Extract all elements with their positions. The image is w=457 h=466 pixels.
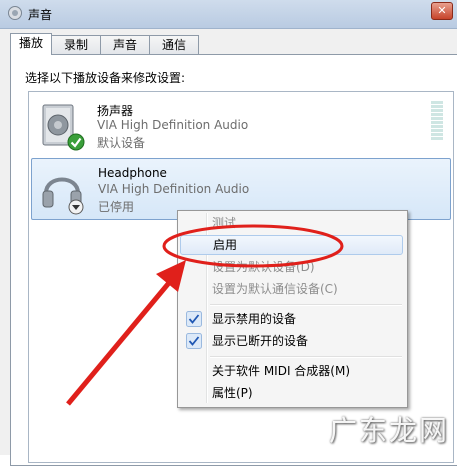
annotation-arrow [66,260,186,406]
device-driver: VIA High Definition Audio [97,118,249,132]
menu-item-show-disconnected[interactable]: 显示已断开的设备 [180,331,403,351]
disabled-arrow-icon [68,199,84,215]
device-speaker[interactable]: 扬声器 VIA High Definition Audio 默认设备 [31,95,449,155]
watermark: 广东龙网 [328,414,449,447]
window-title: 声音 [28,8,53,22]
menu-item-set-default-comm[interactable]: 设置为默认通信设备(C) [180,279,403,299]
device-driver: VIA High Definition Audio [98,182,250,196]
volume-level-meter [431,101,443,141]
title-bar: 声音 ✕ [0,0,457,29]
menu-separator [210,356,402,358]
menu-item-label: 显示已断开的设备 [212,334,309,348]
close-button[interactable]: ✕ [431,2,453,20]
menu-separator [210,304,402,306]
default-check-icon [67,133,85,151]
sound-icon [8,6,22,20]
tab-playback[interactable]: 播放 [10,33,52,55]
device-status: 默认设备 [97,136,146,150]
menu-item-about-midi[interactable]: 关于软件 MIDI 合成器(M) [180,361,403,381]
menu-item-properties[interactable]: 属性(P) [180,383,403,403]
tab-communications[interactable]: 通信 [149,35,199,54]
tab-recording[interactable]: 录制 [51,35,101,54]
menu-item-label: 显示禁用的设备 [212,312,297,326]
device-name: Headphone [98,166,167,180]
tab-sounds[interactable]: 声音 [100,35,150,54]
menu-item-show-disabled[interactable]: 显示禁用的设备 [180,309,403,329]
device-status: 已停用 [98,200,135,214]
device-name: 扬声器 [97,104,134,118]
instruction-text: 选择以下播放设备来修改设置: [25,71,186,85]
